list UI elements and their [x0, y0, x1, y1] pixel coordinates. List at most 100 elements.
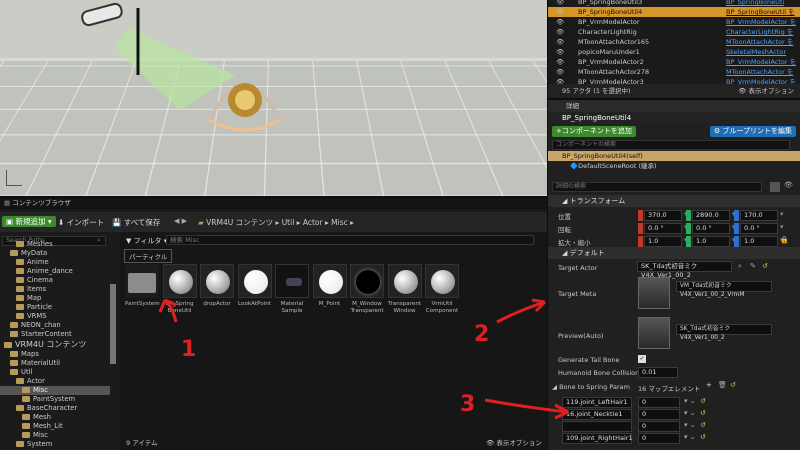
- search-icon[interactable]: ⌕: [738, 262, 742, 271]
- reset-icon[interactable]: ↺: [700, 409, 706, 417]
- tree-scrollbar[interactable]: [110, 284, 116, 364]
- actor-name-field[interactable]: BP_SpringBoneUtil4: [548, 112, 800, 124]
- edit-blueprint-button[interactable]: ⚙ ブループリントを編集: [710, 126, 796, 137]
- delete-icon[interactable]: 🗑: [718, 381, 727, 389]
- bone-value-field[interactable]: 0: [638, 409, 680, 420]
- asset-tile[interactable]: VrmUtil Component: [425, 264, 459, 315]
- rotation-field[interactable]: 0.0 °: [692, 223, 730, 234]
- visibility-icon[interactable]: 👁: [556, 7, 564, 17]
- outliner-row-type[interactable]: MToonAttachActor を: [726, 37, 793, 47]
- tree-folder-item[interactable]: System: [0, 440, 110, 449]
- tree-folder-item[interactable]: NEON_chan: [0, 321, 110, 330]
- reset-icon[interactable]: ↺: [700, 397, 706, 405]
- tree-folder-item[interactable]: Map: [0, 294, 110, 303]
- asset-tile[interactable]: Material Sample: [275, 264, 309, 315]
- outliner-row[interactable]: 👁 BP_VrmModelActor2 BP_VrmModelActor を: [548, 57, 800, 67]
- visibility-icon[interactable]: 👁: [556, 47, 564, 57]
- bone-value-field[interactable]: 0: [638, 433, 680, 444]
- bone-key-field[interactable]: [562, 421, 632, 432]
- tree-folder-item[interactable]: Maps: [0, 350, 110, 359]
- tree-folder-item[interactable]: Meshes: [0, 240, 110, 249]
- scale-field[interactable]: 1.0: [644, 236, 682, 247]
- bone-key-field[interactable]: 109.joint_RightHair1: [562, 433, 632, 444]
- asset-tile[interactable]: LookAtPoint: [238, 264, 272, 308]
- outliner-row[interactable]: 👁 CharacterLightRig CharacterLightRig を: [548, 27, 800, 37]
- bone-key-field[interactable]: 119.joint_LeftHair1: [562, 397, 632, 408]
- level-viewport[interactable]: [0, 0, 547, 196]
- asset-tile[interactable]: M_Window Transparent: [350, 264, 384, 315]
- back-arrow-icon[interactable]: ◀ ▶: [174, 217, 187, 225]
- location-field[interactable]: 2890.0: [692, 210, 730, 221]
- outliner-row-type[interactable]: BP_SpringBoneUtil を: [726, 7, 795, 17]
- outliner-row[interactable]: 👁 BP_SpringBoneUtil4 BP_SpringBoneUtil を: [548, 7, 800, 17]
- asset-search-input[interactable]: 検索 Misc: [166, 235, 534, 245]
- import-button[interactable]: ⬇ インポート: [58, 217, 104, 228]
- reset-icon[interactable]: ↺: [700, 433, 706, 441]
- outliner-row-type[interactable]: BP_VrmModelActor を: [726, 57, 796, 67]
- scale-field[interactable]: 1.0: [692, 236, 730, 247]
- default-header[interactable]: ◢ デフォルト: [548, 247, 800, 259]
- visibility-icon[interactable]: 👁: [556, 27, 564, 37]
- visibility-icon[interactable]: 👁: [556, 67, 564, 77]
- chevron-down-icon[interactable]: ▾ ⌄: [684, 397, 696, 405]
- outliner-row[interactable]: 👁 BP_VrmModelActor BP_VrmModelActor を: [548, 17, 800, 27]
- visibility-icon[interactable]: 👁: [556, 0, 564, 7]
- asset-tile[interactable]: BP_Spring BoneUtil: [163, 264, 197, 315]
- reset-icon[interactable]: ↺: [700, 421, 706, 429]
- preview-dropdown[interactable]: SK_Tda式初音ミクV4X_Ver1_00_2: [676, 324, 772, 335]
- generate-tail-checkbox[interactable]: ✓: [638, 355, 646, 363]
- tree-folder-item[interactable]: Mesh: [0, 413, 110, 422]
- rotation-field[interactable]: 0.0 °: [740, 223, 778, 234]
- rotation-field[interactable]: 0.0 °: [644, 223, 682, 234]
- outliner-row-type[interactable]: MToonAttachActor を: [726, 67, 793, 77]
- bone-key-field[interactable]: 16.joint_Necktie1: [562, 409, 632, 420]
- chevron-down-icon[interactable]: ▾ ⌄: [684, 409, 696, 417]
- bone-value-field[interactable]: 0: [638, 397, 680, 408]
- reset-icon[interactable]: ↺: [762, 262, 768, 270]
- tree-folder-item[interactable]: Items: [0, 285, 110, 294]
- outliner-row-type[interactable]: CharacterLightRig を: [726, 27, 793, 37]
- lock-icon[interactable]: 🔒: [780, 236, 789, 244]
- location-field[interactable]: 170.0: [740, 210, 778, 221]
- visibility-icon[interactable]: 👁: [556, 57, 564, 67]
- asset-tile[interactable]: M_Point: [313, 264, 347, 308]
- tree-folder-item[interactable]: BaseCharacter: [0, 404, 110, 413]
- bone-value-field[interactable]: 0: [638, 421, 680, 432]
- tree-folder-item[interactable]: Anime_dance: [0, 267, 110, 276]
- outliner-row[interactable]: 👁 MToonAttachActor165 MToonAttachActor を: [548, 37, 800, 47]
- outliner-row[interactable]: 👁 BP_SpringBoneUtil3 BP_SpringBoneUti: [548, 0, 800, 7]
- visibility-icon[interactable]: 👁: [556, 37, 564, 47]
- transform-header[interactable]: ◢ トランスフォーム: [548, 195, 800, 207]
- reset-map-icon[interactable]: ↺: [730, 381, 736, 389]
- outliner-row-type[interactable]: SkeletalMeshActor: [726, 47, 786, 57]
- tree-folder-item[interactable]: StarterContent: [0, 330, 110, 339]
- chevron-down-icon[interactable]: ▾: [780, 210, 784, 218]
- collision-input[interactable]: 0.01: [638, 367, 678, 378]
- chevron-down-icon[interactable]: ▾ ⌄: [684, 421, 696, 429]
- outliner-row-type[interactable]: BP_VrmModelActor を: [726, 17, 796, 27]
- content-browser-tab[interactable]: ▦ コンテンツブラウザ: [0, 198, 547, 209]
- breadcrumb[interactable]: ▰ VRM4U コンテンツ ▸ Util ▸ Actor ▸ Misc ▸: [198, 217, 354, 228]
- tree-folder-item[interactable]: VRMS: [0, 312, 110, 321]
- add-component-button[interactable]: +コンポーネントを追加: [552, 126, 636, 137]
- save-all-button[interactable]: 💾 すべて保存: [112, 217, 160, 228]
- tree-folder-item[interactable]: Particle: [0, 303, 110, 312]
- view-options-button[interactable]: 👁 表示オプション: [486, 437, 542, 447]
- asset-tile[interactable]: PaintSystem: [125, 264, 159, 308]
- details-tab[interactable]: 詳細: [548, 100, 800, 112]
- component-search-input[interactable]: コンポーネントの検索: [552, 140, 790, 150]
- outliner-row[interactable]: 👁 MToonAttachActor278 MToonAttachActor を: [548, 67, 800, 77]
- tree-folder-item[interactable]: MaterialUtil: [0, 359, 110, 368]
- filter-button[interactable]: ▼ フィルタ ▾: [126, 236, 167, 246]
- add-element-icon[interactable]: +: [706, 381, 712, 389]
- location-field[interactable]: 370.0: [644, 210, 682, 221]
- asset-tile[interactable]: dropActor: [200, 264, 234, 308]
- tree-folder-item[interactable]: Misc: [0, 386, 110, 395]
- collection-chip[interactable]: パーティクル: [124, 249, 172, 263]
- outliner-row-type[interactable]: BP_SpringBoneUti: [726, 0, 784, 7]
- eyedropper-icon[interactable]: ✎: [750, 262, 756, 270]
- outliner-row[interactable]: 👁 popicoMaruUnder1 SkeletalMeshActor: [548, 47, 800, 57]
- target-actor-dropdown[interactable]: SK_Tda式初音ミクV4X_Ver1_00_2: [637, 261, 732, 272]
- tree-folder-item[interactable]: Misc: [0, 431, 110, 440]
- asset-tile[interactable]: Transparent Window: [388, 264, 422, 315]
